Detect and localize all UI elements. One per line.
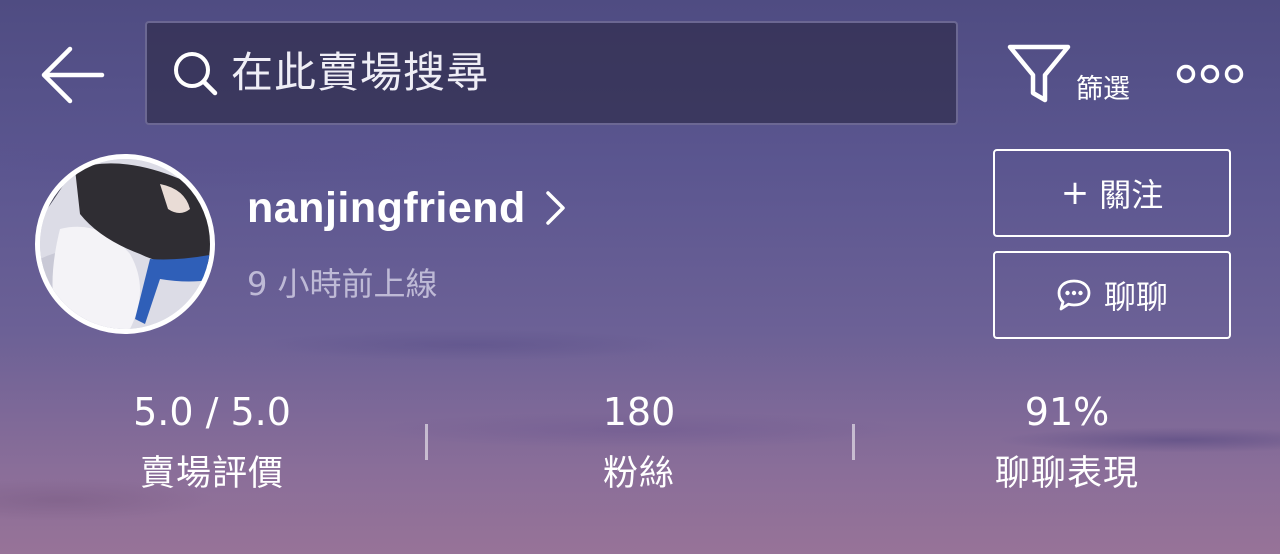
more-dots-icon xyxy=(1176,64,1244,84)
avatar-photo xyxy=(40,159,210,329)
plus-icon: + xyxy=(1060,173,1090,213)
chat-button[interactable]: 聊聊 xyxy=(993,251,1231,339)
stat-value: 180 xyxy=(602,390,676,434)
filter-label: 篩選 xyxy=(1076,74,1130,105)
stat-label: 聊聊表現 xyxy=(994,454,1139,494)
more-options-button[interactable] xyxy=(1172,58,1248,90)
search-placeholder: 在此賣場搜尋 xyxy=(231,48,490,97)
stat-chat-performance[interactable]: 91% 聊聊表現 xyxy=(917,390,1217,494)
stat-shop-rating[interactable]: 5.0 / 5.0 賣場評價 xyxy=(62,390,362,494)
filter-button[interactable]: 篩選 xyxy=(1004,40,1140,110)
search-icon xyxy=(174,52,218,96)
shop-profile-link[interactable]: nanjingfriend xyxy=(247,180,568,236)
stat-value: 5.0 / 5.0 xyxy=(133,390,291,434)
stat-value: 91% xyxy=(1024,390,1110,434)
stat-label: 賣場評價 xyxy=(139,454,284,494)
stat-followers[interactable]: 180 粉絲 xyxy=(489,390,789,494)
follow-label: 關注 xyxy=(1099,176,1164,214)
stat-divider xyxy=(852,424,855,460)
last-online-status: 9 小時前上線 xyxy=(247,265,438,303)
chat-label: 聊聊 xyxy=(1103,278,1168,316)
chevron-right-icon xyxy=(546,191,565,225)
stat-divider xyxy=(425,424,428,460)
back-button[interactable] xyxy=(36,42,108,108)
arrow-left-icon xyxy=(41,46,105,104)
search-input[interactable]: 在此賣場搜尋 xyxy=(145,21,958,125)
filter-funnel-icon xyxy=(1007,44,1071,103)
chat-bubble-icon xyxy=(1057,279,1091,311)
username: nanjingfriend xyxy=(247,183,526,232)
avatar[interactable] xyxy=(35,154,215,334)
stat-label: 粉絲 xyxy=(602,454,675,494)
follow-button[interactable]: + 關注 xyxy=(993,149,1231,237)
